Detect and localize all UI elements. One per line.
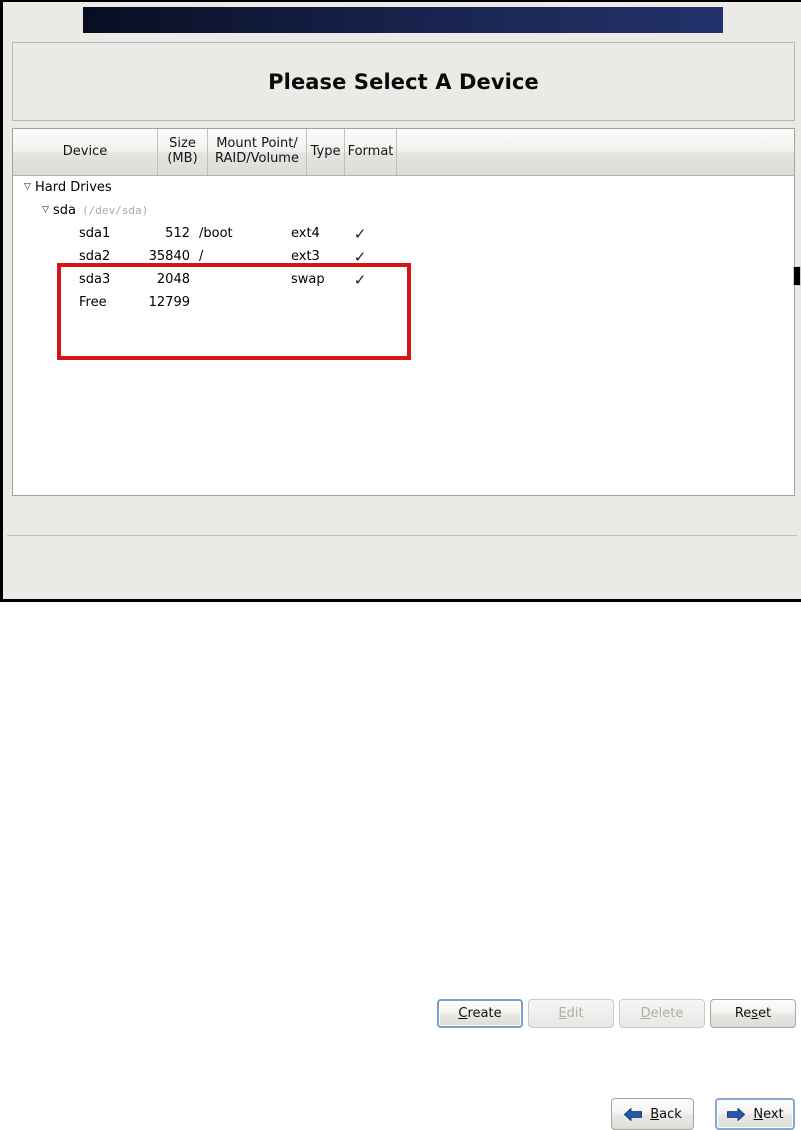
cell-type: swap <box>291 272 325 287</box>
reset-button-prefix: Re <box>734 1006 752 1021</box>
back-button-label: ack <box>659 1106 682 1122</box>
column-header-mount-line1: Mount Point/ <box>216 136 298 152</box>
column-header-size-line1: Size <box>169 136 196 152</box>
expander-triangle-icon[interactable]: ▽ <box>38 206 53 215</box>
edit-button[interactable]: Edit <box>528 999 614 1028</box>
cell-size: 12799 <box>148 295 190 310</box>
reset-button-label: et <box>758 1006 772 1021</box>
page-title: Please Select A Device <box>268 69 539 94</box>
table-row[interactable]: Free 12799 <box>13 291 794 314</box>
wizard-navigation: Back Next <box>3 542 801 1130</box>
expander-triangle-icon[interactable]: ▽ <box>20 183 35 192</box>
cell-format-checkmark-icon: ✓ <box>353 247 367 266</box>
delete-button[interactable]: Delete <box>619 999 705 1028</box>
cell-device: Free <box>79 295 107 310</box>
cell-size: 2048 <box>156 272 190 287</box>
edit-button-mnemonic: E <box>558 1006 567 1021</box>
next-button-label: ext <box>763 1106 784 1122</box>
cell-mount-point: / <box>199 249 204 264</box>
title-panel: Please Select A Device <box>12 42 795 121</box>
cell-size: 35840 <box>148 249 190 264</box>
reset-button-mnemonic: s <box>751 1006 759 1021</box>
back-button-mnemonic: B <box>650 1106 660 1122</box>
tree-node-sda-path: (/dev/sda) <box>82 204 149 217</box>
cell-device: sda1 <box>79 226 111 241</box>
table-header-row: Device Size (MB) Mount Point/ RAID/Volum… <box>13 129 794 176</box>
delete-button-label: elete <box>650 1006 684 1021</box>
arrow-left-icon <box>623 1107 643 1122</box>
table-row[interactable]: sda2 35840 / ext3 ✓ <box>13 245 794 268</box>
column-header-device[interactable]: Device <box>13 129 158 175</box>
column-header-filler <box>397 129 794 175</box>
footer-divider <box>7 535 797 536</box>
cell-format-checkmark-icon: ✓ <box>353 270 367 289</box>
cell-type: ext4 <box>291 226 320 241</box>
edit-button-label: dit <box>566 1006 584 1021</box>
edge-marker <box>793 266 801 286</box>
cell-mount-point: /boot <box>199 226 233 241</box>
column-header-mount-line2: RAID/Volume <box>215 151 299 166</box>
device-tree-panel[interactable]: Device Size (MB) Mount Point/ RAID/Volum… <box>12 128 795 496</box>
table-row[interactable]: sda3 2048 swap ✓ <box>13 268 794 291</box>
column-header-type[interactable]: Type <box>307 129 345 175</box>
create-button-mnemonic: C <box>458 1006 468 1021</box>
arrow-right-icon <box>726 1107 746 1122</box>
tree-node-hard-drives[interactable]: ▽ Hard Drives <box>13 176 794 199</box>
back-button[interactable]: Back <box>611 1098 694 1130</box>
product-banner-image <box>83 7 723 33</box>
cell-format-checkmark-icon: ✓ <box>353 224 367 243</box>
cell-device: sda3 <box>79 272 111 287</box>
installer-window: Please Select A Device Device Size (MB) … <box>0 0 801 1130</box>
column-header-mount-point[interactable]: Mount Point/ RAID/Volume <box>208 129 307 175</box>
create-button-label: reate <box>467 1006 502 1021</box>
cell-device: sda2 <box>79 249 111 264</box>
device-tree-body: ▽ Hard Drives ▽ sda (/dev/sda) sda1 512 … <box>13 176 794 495</box>
column-header-size-line2: (MB) <box>167 151 198 166</box>
tree-node-hard-drives-label: Hard Drives <box>35 180 112 195</box>
reset-button[interactable]: Reset <box>710 999 796 1028</box>
column-header-format[interactable]: Format <box>345 129 397 175</box>
cell-size: 512 <box>165 226 190 241</box>
banner-strip <box>3 2 801 37</box>
next-button-mnemonic: N <box>753 1106 764 1122</box>
cell-type: ext3 <box>291 249 320 264</box>
partition-actions-toolbar: Create Edit Delete Reset <box>3 500 801 1028</box>
tree-node-sda-label: sda <box>53 203 76 218</box>
tree-node-sda[interactable]: ▽ sda (/dev/sda) <box>13 199 794 222</box>
next-button[interactable]: Next <box>715 1098 795 1130</box>
column-header-size[interactable]: Size (MB) <box>158 129 208 175</box>
table-row[interactable]: sda1 512 /boot ext4 ✓ <box>13 222 794 245</box>
create-button[interactable]: Create <box>437 999 523 1028</box>
delete-button-mnemonic: D <box>640 1006 651 1021</box>
